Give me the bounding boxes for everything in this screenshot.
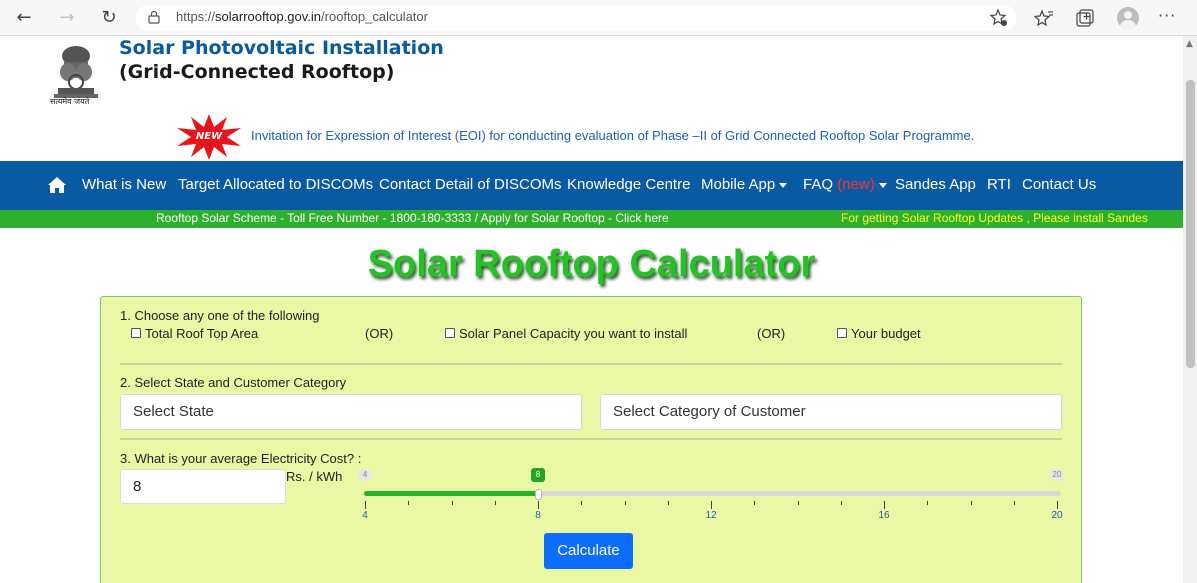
slider-min-label: 4	[358, 469, 372, 481]
slider-tick	[754, 501, 756, 505]
nav-target-allocated[interactable]: Target Allocated to DISCOMs	[178, 176, 373, 193]
nav-contact-us[interactable]: Contact Us	[1022, 176, 1096, 193]
browser-toolbar: ← → ↻ https://solarrooftop.gov.in/roofto…	[0, 0, 1197, 36]
favorite-star-icon[interactable]	[989, 8, 1009, 28]
slider-tick-label: 20	[1051, 510, 1063, 521]
news-ticker: Rooftop Solar Scheme - Toll Free Number …	[0, 210, 1183, 228]
slider-tick	[365, 501, 366, 509]
panel-capacity-checkbox[interactable]	[445, 328, 455, 338]
address-bar[interactable]: https://solarrooftop.gov.in/rooftop_calc…	[136, 5, 1016, 31]
ticker-message-2[interactable]: For getting Solar Rooftop Updates , Plea…	[841, 211, 1148, 225]
url-text: https://solarrooftop.gov.in/rooftop_calc…	[176, 9, 428, 24]
chevron-down-icon	[878, 182, 887, 188]
nav-knowledge-centre[interactable]: Knowledge Centre	[567, 176, 690, 193]
state-select[interactable]: Select State	[120, 394, 582, 430]
lock-icon	[148, 10, 160, 24]
slider-tick	[494, 501, 496, 505]
slider-tick	[451, 501, 453, 505]
slider-tick	[667, 501, 669, 505]
nav-sandes-app[interactable]: Sandes App	[895, 176, 976, 193]
or-separator-1: (OR)	[365, 326, 394, 341]
slider-track-fill	[364, 491, 538, 496]
chevron-down-icon	[779, 182, 788, 188]
calculate-button[interactable]: Calculate	[544, 533, 633, 569]
slider-tick	[1057, 501, 1058, 509]
calculator-panel: 1. Choose any one of the following Total…	[100, 296, 1082, 583]
panel-capacity-label: Solar Panel Capacity you want to install	[459, 326, 688, 341]
more-menu-icon[interactable]: ···	[1158, 6, 1176, 25]
nav-faq[interactable]: FAQ (new)	[803, 176, 887, 193]
slider-tick	[408, 501, 410, 505]
slider-tick-label: 8	[535, 510, 541, 521]
electricity-cost-input[interactable]: 8	[120, 469, 286, 504]
slider-handle[interactable]	[535, 489, 542, 500]
slider-max-label: 20	[1050, 469, 1064, 481]
page-title: Solar Rooftop Calculator	[367, 243, 816, 285]
section-divider	[120, 438, 1062, 440]
new-badge: NEW	[175, 114, 243, 160]
emblem-caption: सत्यमेव जयते	[50, 97, 90, 106]
slider-tick	[581, 501, 583, 505]
announcement-link[interactable]: Invitation for Expression of Interest (E…	[251, 128, 974, 143]
cost-unit-label: Rs. / kWh	[286, 469, 343, 484]
budget-checkbox[interactable]	[837, 328, 847, 338]
customer-category-select[interactable]: Select Category of Customer	[600, 394, 1062, 430]
back-arrow-icon[interactable]: ←	[12, 6, 36, 30]
slider-tick	[927, 501, 929, 505]
reload-icon[interactable]: ↻	[97, 6, 121, 30]
profile-avatar-icon[interactable]	[1117, 7, 1139, 29]
slider-tick	[797, 501, 799, 505]
roof-area-checkbox[interactable]	[131, 328, 141, 338]
faq-new-tag: (new)	[837, 176, 875, 193]
slider-tick	[884, 501, 885, 509]
slider-tick	[538, 501, 539, 509]
slider-tick	[1013, 501, 1015, 505]
slider-tick	[624, 501, 626, 505]
slider-value-label: 8	[531, 468, 545, 482]
slider-tick	[970, 501, 972, 505]
site-subtitle: (Grid-Connected Rooftop)	[119, 61, 395, 83]
step1-label: 1. Choose any one of the following	[120, 308, 320, 323]
ticker-message-1[interactable]: Rooftop Solar Scheme - Toll Free Number …	[156, 211, 669, 225]
home-icon[interactable]	[47, 176, 67, 194]
roof-area-label: Total Roof Top Area	[145, 326, 259, 341]
step3-label: 3. What is your average Electricity Cost…	[120, 451, 362, 466]
nav-what-is-new[interactable]: What is New	[82, 176, 166, 193]
collections-icon[interactable]	[1075, 8, 1095, 28]
scroll-up-arrow-icon[interactable]: ▲	[1186, 39, 1193, 49]
section-divider	[120, 363, 1062, 365]
nav-rti[interactable]: RTI	[987, 176, 1011, 193]
page-scrollbar[interactable]: ▲	[1183, 36, 1197, 583]
site-title: Solar Photovoltaic Installation	[119, 37, 444, 59]
slider-tick-label: 12	[705, 510, 717, 521]
nav-mobile-app[interactable]: Mobile App	[701, 176, 788, 193]
forward-arrow-icon[interactable]: →	[55, 6, 79, 30]
scroll-thumb[interactable]	[1186, 80, 1195, 368]
favorites-icon[interactable]	[1034, 8, 1054, 28]
slider-tick-label: 16	[878, 510, 890, 521]
main-navbar: What is New Target Allocated to DISCOMs …	[0, 161, 1183, 210]
electricity-cost-slider[interactable]: 4 20 8 4 8 12 16 20	[358, 465, 1064, 525]
budget-label: Your budget	[851, 326, 921, 341]
nav-contact-discoms[interactable]: Contact Detail of DISCOMs	[379, 176, 562, 193]
step2-label: 2. Select State and Customer Category	[120, 375, 347, 390]
slider-tick	[711, 501, 712, 509]
slider-tick-label: 4	[362, 510, 368, 521]
or-separator-2: (OR)	[757, 326, 786, 341]
slider-tick	[840, 501, 842, 505]
